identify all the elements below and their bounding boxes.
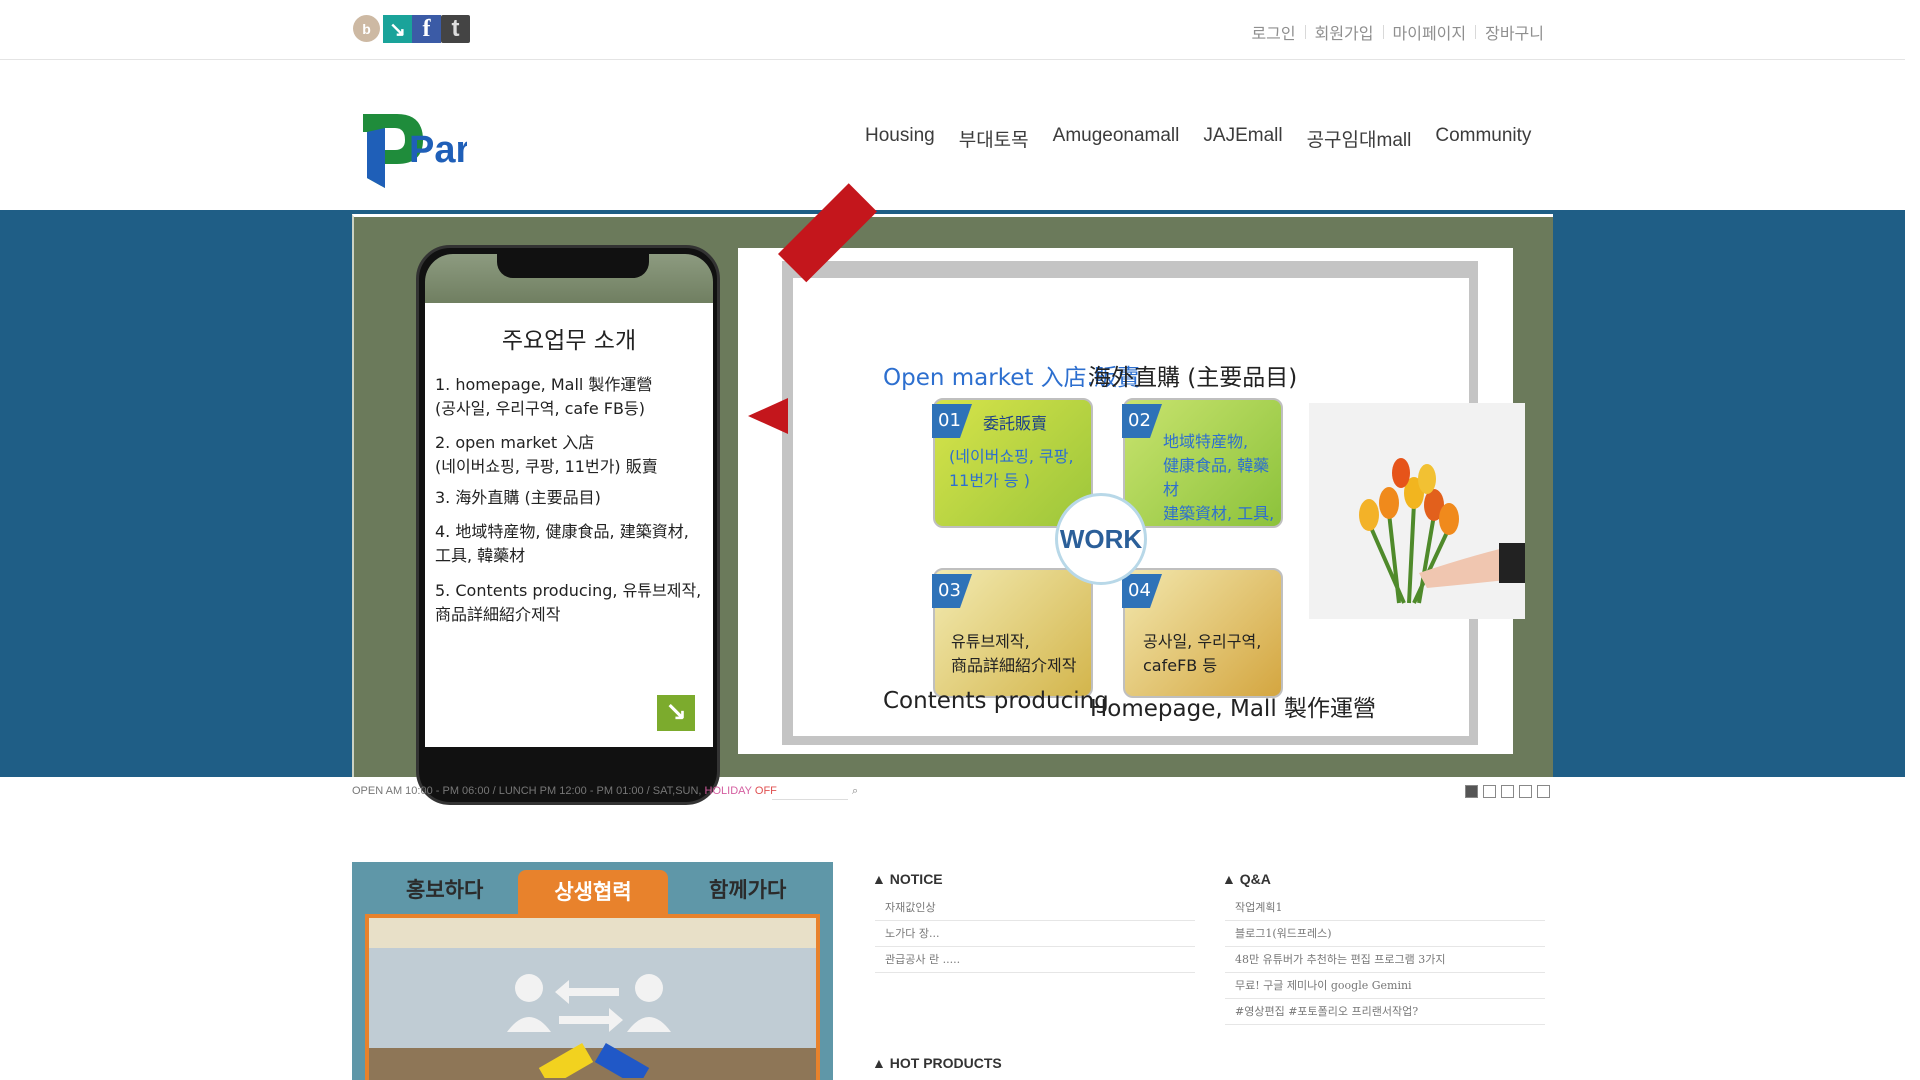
logo-text: Par xyxy=(409,129,467,171)
site-logo[interactable]: Par xyxy=(357,106,467,191)
notice-list: 자재값인상 노가다 장... 관급공사 란 ..... xyxy=(875,895,1195,973)
exchange-icon xyxy=(507,974,671,1078)
business-item: 1. homepage, Mall 製作運營 (공사일, 우리구역, cafe … xyxy=(435,375,653,418)
nav-jajemall[interactable]: JAJEmall xyxy=(1203,125,1282,152)
business-item: 3. 海外直購 (主要品目) xyxy=(435,488,601,507)
hot-products-heading[interactable]: ▲ HOT PRODUCTS xyxy=(872,1055,1002,1071)
promo-content xyxy=(365,914,820,1080)
business-item: 4. 地域特産物, 健康食品, 建築資材, 工具, 韓藥材 xyxy=(435,522,689,565)
nav-tool-rental-mall[interactable]: 공구임대mall xyxy=(1307,125,1412,152)
phone-notch xyxy=(497,248,649,278)
work-quadrant: 04 공사일, 우리구역, cafeFB 등 xyxy=(1122,568,1283,698)
qna-item[interactable]: 무료! 구글 제미나이 google Gemini xyxy=(1225,973,1545,999)
work-center-badge: WORK xyxy=(1055,493,1147,585)
hours-text: OPEN AM 10:00 - PM 06:00 / LUNCH PM 12:0… xyxy=(352,785,705,797)
contents-heading: Contents producing xyxy=(883,688,1109,714)
tab-promote[interactable]: 홍보하다 xyxy=(406,874,483,904)
arrow-icon[interactable]: ↘ xyxy=(657,695,695,731)
main-nav: Housing 부대토목 Amugeonamall JAJEmall 공구임대m… xyxy=(865,125,1555,152)
work-slide: Open market 入店.販賣 海外直購 (主要品目) 01 委託販賣 (네… xyxy=(738,183,1525,754)
slide-dot-5[interactable] xyxy=(1537,785,1550,798)
twitter-icon[interactable]: t xyxy=(441,15,470,43)
qna-heading[interactable]: ▲ Q&A xyxy=(1222,871,1271,887)
search-input[interactable] xyxy=(772,784,848,800)
qna-item[interactable]: 작업계획1 xyxy=(1225,895,1545,921)
quadrant-text: (네이버쇼핑, 쿠팡, 11번가 등 ) xyxy=(949,447,1074,490)
business-hours: OPEN AM 10:00 - PM 06:00 / LUNCH PM 12:0… xyxy=(352,785,777,797)
notice-heading[interactable]: ▲ NOTICE xyxy=(872,871,943,887)
quadrant-number: 02 xyxy=(1122,404,1162,438)
facebook-icon[interactable]: f xyxy=(412,15,441,43)
blog-icon[interactable]: b xyxy=(353,15,380,42)
cart-link[interactable]: 장바구니 xyxy=(1476,20,1553,44)
business-item: 5. Contents producing, 유튜브제작, 商品詳細紹介제작 xyxy=(435,581,702,624)
nav-amugeonamall[interactable]: Amugeonamall xyxy=(1053,125,1180,152)
holiday-label: HOLIDAY xyxy=(704,785,752,797)
account-links: 로그인 회원가입 마이페이지 장바구니 xyxy=(1242,20,1553,44)
slide-dot-3[interactable] xyxy=(1501,785,1514,798)
arrow-icon[interactable]: ↘ xyxy=(383,15,412,43)
qna-list: 작업계획1 블로그1(워드프레스) 48만 유튜버가 추천하는 편집 프로그램 … xyxy=(1225,895,1545,1025)
tulip-bouquet-image xyxy=(1309,403,1525,619)
signup-link[interactable]: 회원가입 xyxy=(1306,20,1383,44)
quadrant-text: 공사일, 우리구역, cafeFB 등 xyxy=(1143,632,1262,675)
slide-dot-4[interactable] xyxy=(1519,785,1532,798)
ribbon-tail-decoration xyxy=(748,398,788,434)
homepage-heading: Homepage, Mall 製作運營 xyxy=(1090,696,1377,722)
work-quadrant: 03 유튜브제작, 商品詳細紹介제작 xyxy=(932,568,1093,698)
phone-screen: 주요업무 소개 1. homepage, Mall 製作運營 (공사일, 우리구… xyxy=(425,303,713,747)
qna-item[interactable]: #영상편집 #포토폴리오 프리랜서작업? xyxy=(1225,999,1545,1025)
nav-housing[interactable]: Housing xyxy=(865,125,935,152)
quadrant-text: 地域特産物, 健康食品, 韓藥材 建築資材, 工具, xyxy=(1163,432,1275,523)
business-item: 2. open market 入店 (네이버쇼핑, 쿠팡, 11번가) 販賣 xyxy=(435,433,658,476)
qna-item[interactable]: 블로그1(워드프레스) xyxy=(1225,921,1545,947)
phone-title: 주요업무 소개 xyxy=(501,328,637,354)
quadrant-number: 03 xyxy=(932,574,972,608)
hero-slider[interactable]: 주요업무 소개 1. homepage, Mall 製作運營 (공사일, 우리구… xyxy=(352,183,1553,805)
search-icon[interactable]: ⌕ xyxy=(852,784,858,798)
top-utility-bar: b ↘ f t 로그인 회원가입 마이페이지 장바구니 xyxy=(0,0,1905,60)
nav-civil-works[interactable]: 부대토목 xyxy=(959,125,1029,152)
slide-dot-2[interactable] xyxy=(1483,785,1496,798)
notice-item[interactable]: 노가다 장... xyxy=(875,921,1195,947)
notice-item[interactable]: 자재값인상 xyxy=(875,895,1195,921)
tab-together[interactable]: 함께가다 xyxy=(709,874,786,904)
social-links: b ↘ f t xyxy=(353,15,470,43)
slide-content: Open market 入店.販賣 海外直購 (主要品目) 01 委託販賣 (네… xyxy=(793,278,1525,736)
quadrant-text: 유튜브제작, 商品詳細紹介제작 xyxy=(951,632,1077,675)
tab-cooperation[interactable]: 상생협력 xyxy=(518,870,668,914)
notice-item[interactable]: 관급공사 란 ..... xyxy=(875,947,1195,973)
quadrant-number: 01 xyxy=(932,404,972,438)
quadrant-number: 04 xyxy=(1122,574,1162,608)
qna-item[interactable]: 48만 유튜버가 추천하는 편집 프로그램 3가지 xyxy=(1225,947,1545,973)
quadrant-title: 委託販賣 xyxy=(983,414,1048,433)
nav-community[interactable]: Community xyxy=(1435,125,1531,152)
overseas-heading: 海外直購 (主要品目) xyxy=(1088,365,1298,391)
login-link[interactable]: 로그인 xyxy=(1242,20,1304,44)
site-header: Par Housing 부대토목 Amugeonamall JAJEmall 공… xyxy=(0,61,1905,210)
phone-mockup: 주요업무 소개 1. homepage, Mall 製作運營 (공사일, 우리구… xyxy=(416,245,720,805)
work-quadrant: 02 地域特産物, 健康食品, 韓藥材 建築資材, 工具, xyxy=(1122,398,1283,528)
promo-panel: 홍보하다 상생협력 함께가다 xyxy=(352,862,833,1080)
mypage-link[interactable]: 마이페이지 xyxy=(1384,20,1476,44)
slide-dot-1[interactable] xyxy=(1465,785,1478,798)
slide-pager xyxy=(1465,785,1550,798)
